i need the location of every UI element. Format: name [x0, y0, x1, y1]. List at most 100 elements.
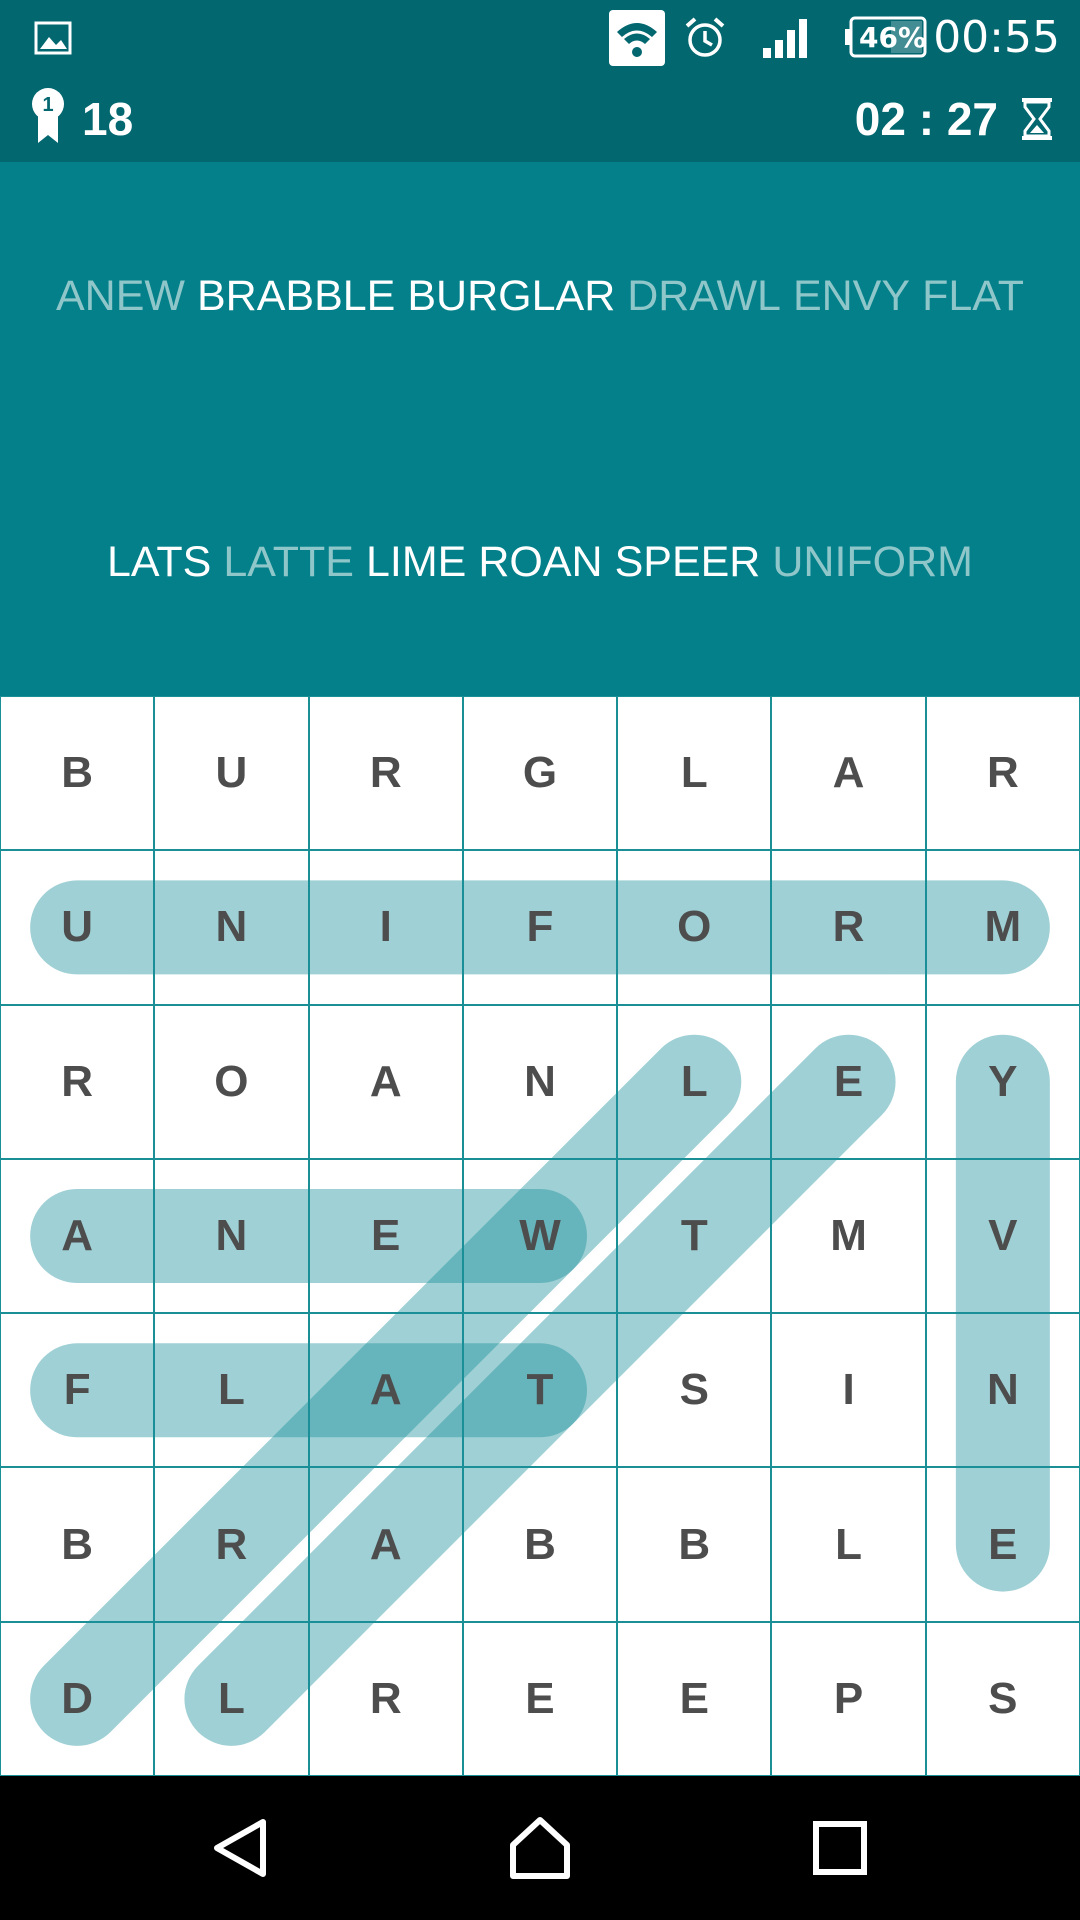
grid-letter: U [61, 902, 94, 952]
grid-letter: M [830, 1210, 867, 1260]
grid-cell[interactable]: W [462, 1158, 618, 1314]
status-bar: 46% 00:55 [0, 0, 1080, 75]
grid-cell[interactable]: E [925, 1467, 1080, 1622]
grid-cell[interactable]: A [308, 1313, 463, 1468]
grid-cell[interactable]: R [925, 696, 1080, 851]
grid-cell[interactable]: I [771, 1313, 926, 1468]
word-anew: ANEW [55, 272, 185, 320]
grid-cell[interactable]: R [0, 1004, 155, 1159]
word-envy: ENVY [792, 272, 911, 320]
grid-cell[interactable]: E [308, 1158, 463, 1314]
grid-letter: E [833, 1056, 864, 1106]
grid-letter: W [519, 1210, 561, 1260]
grid-cell[interactable]: R [771, 850, 926, 1005]
score-value: 18 [82, 92, 134, 145]
grid-letter: B [678, 1519, 711, 1569]
grid-cell[interactable]: R [154, 1467, 309, 1622]
grid-cell[interactable]: M [771, 1158, 926, 1314]
grid-letter: A [369, 1519, 402, 1569]
word-list-row: LATS LATTE LIME ROAN SPEER UNIFORM [0, 538, 1080, 587]
grid-letter: R [832, 902, 865, 952]
grid-cell[interactable]: A [771, 696, 926, 851]
grid-letter: N [986, 1365, 1019, 1415]
grid-cell[interactable]: A [0, 1158, 155, 1314]
grid-cell[interactable]: A [308, 1467, 463, 1622]
word-list: ANEW BRABBLE BURGLAR DRAWL ENVY FLAT LATS LATT… [0, 162, 1080, 696]
grid-letter: B [61, 748, 94, 798]
grid-cell[interactable]: O [617, 850, 772, 1005]
status-clock: 00:55 [933, 12, 1060, 63]
grid-cell[interactable]: S [925, 1621, 1080, 1776]
grid-cell[interactable]: D [0, 1621, 155, 1776]
grid-letter: N [215, 902, 248, 952]
grid-cell[interactable]: P [771, 1621, 926, 1776]
grid-cell[interactable]: R [308, 1621, 463, 1776]
grid-letter: R [369, 1673, 402, 1723]
grid-cell[interactable]: B [617, 1467, 772, 1622]
grid-cell[interactable]: L [154, 1313, 309, 1468]
grid-letter: L [680, 748, 708, 798]
grid-cell[interactable]: L [154, 1621, 309, 1776]
grid-letter: S [679, 1365, 709, 1415]
grid-letter: E [679, 1673, 709, 1723]
wifi-icon [609, 0, 665, 75]
word-roan: ROAN [478, 538, 603, 586]
grid-letter: O [677, 902, 712, 952]
grid-cell[interactable]: T [617, 1158, 772, 1314]
grid-letter: R [215, 1519, 248, 1569]
grid-cell[interactable]: S [617, 1313, 772, 1468]
grid-letter: R [61, 1056, 94, 1106]
word-lime: LIME [365, 538, 467, 586]
home-icon[interactable] [465, 1776, 615, 1920]
grid-letter: D [61, 1673, 94, 1723]
grid-cell[interactable]: F [462, 850, 618, 1005]
grid-cell[interactable]: B [0, 696, 155, 851]
navigation-bar [0, 1776, 1080, 1920]
letter-grid[interactable]: B U R G L A R U N I F O R M R O A N L E Y A N E W T M V F L A T S I N B R A B B… [0, 696, 1080, 1776]
grid-letter: L [835, 1519, 862, 1569]
word-brabble: BRABBLE [196, 272, 396, 320]
grid-cell[interactable]: F [0, 1313, 155, 1468]
grid-cell[interactable]: V [925, 1158, 1080, 1314]
grid-cell[interactable]: N [154, 850, 309, 1005]
grid-cell[interactable]: I [308, 850, 463, 1005]
grid-letter: I [842, 1365, 855, 1415]
grid-letter: L [217, 1365, 245, 1415]
grid-cell[interactable]: U [154, 696, 309, 851]
alarm-icon [683, 0, 727, 75]
recents-icon[interactable] [765, 1776, 915, 1920]
svg-text:1: 1 [42, 94, 53, 116]
grid-cell[interactable]: E [617, 1621, 772, 1776]
grid-cell[interactable]: L [771, 1467, 926, 1622]
grid-cell[interactable]: L [617, 696, 772, 851]
grid-cell[interactable]: B [0, 1467, 155, 1622]
grid-letter: O [214, 1056, 249, 1106]
grid-cell[interactable]: N [154, 1158, 309, 1314]
grid-letter: I [379, 902, 392, 952]
game-timer: 02 : 27 [854, 92, 998, 145]
grid-letter: L [217, 1673, 245, 1723]
grid-cell[interactable]: T [462, 1313, 618, 1468]
grid-cell[interactable]: N [462, 1004, 618, 1159]
ribbon-badge-icon: 1 [30, 87, 66, 150]
grid-cell[interactable]: O [154, 1004, 309, 1159]
back-icon[interactable] [166, 1776, 316, 1920]
grid-cell[interactable]: U [0, 850, 155, 1005]
grid-cell[interactable]: L [617, 1004, 772, 1159]
grid-cell[interactable]: R [308, 696, 463, 851]
grid-cell[interactable]: E [462, 1621, 618, 1776]
grid-letter: L [680, 1056, 708, 1106]
grid-letter: T [680, 1210, 708, 1260]
word-list-row: ANEW BRABBLE BURGLAR DRAWL ENVY FLAT [0, 272, 1080, 321]
grid-cell[interactable]: B [462, 1467, 618, 1622]
grid-cell[interactable]: Y [925, 1004, 1080, 1159]
word-latte: LATTE [223, 538, 354, 586]
word-speer: SPEER [614, 538, 761, 586]
grid-cell[interactable]: E [771, 1004, 926, 1159]
grid-cell[interactable]: M [925, 850, 1080, 1005]
grid-cell[interactable]: A [308, 1004, 463, 1159]
grid-letter: S [988, 1673, 1018, 1723]
grid-cell[interactable]: G [462, 696, 618, 851]
image-notification-icon [34, 0, 72, 75]
grid-cell[interactable]: N [925, 1313, 1080, 1468]
